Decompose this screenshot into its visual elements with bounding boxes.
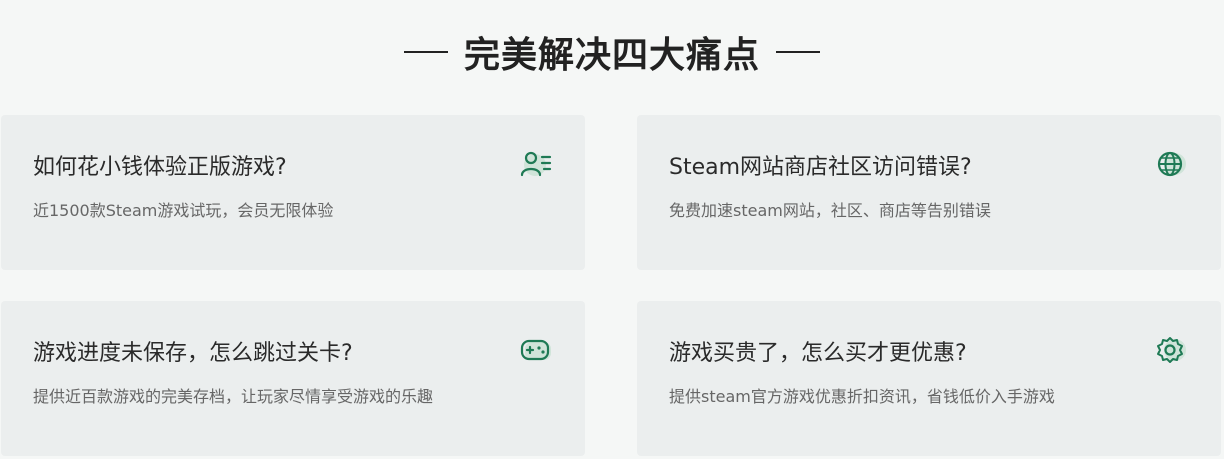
heading-left-rule (403, 51, 448, 53)
card-description: 近1500款Steam游戏试玩，会员无限体验 (33, 201, 334, 220)
gamepad-icon (519, 335, 553, 365)
section-heading: 完美解决四大痛点 (0, 24, 1224, 80)
card-title: 游戏进度未保存，怎么跳过关卡? (33, 341, 353, 366)
card-title: 如何花小钱体验正版游戏? (33, 155, 287, 180)
heading-right-rule (776, 51, 820, 53)
feature-card-trial-games[interactable]: 如何花小钱体验正版游戏? 近1500款Steam游戏试玩，会员无限体验 (1, 115, 585, 270)
card-description: 免费加速steam网站，社区、商店等告别错误 (669, 201, 991, 220)
card-title: 游戏买贵了，怎么买才更优惠? (669, 341, 967, 366)
gear-icon (1155, 335, 1189, 365)
feature-card-steam-access[interactable]: Steam网站商店社区访问错误? 免费加速steam网站，社区、商店等告别错误 (637, 115, 1221, 270)
globe-icon (1155, 149, 1189, 179)
feature-card-discounts[interactable]: 游戏买贵了，怎么买才更优惠? 提供steam官方游戏优惠折扣资讯，省钱低价入手游… (637, 301, 1221, 456)
section-title: 完美解决四大痛点 (463, 35, 760, 76)
card-description: 提供steam官方游戏优惠折扣资讯，省钱低价入手游戏 (669, 387, 1055, 406)
feature-card-save-files[interactable]: 游戏进度未保存，怎么跳过关卡? 提供近百款游戏的完美存档，让玩家尽情享受游戏的乐… (1, 301, 585, 456)
pain-points-section: 完美解决四大痛点 如何花小钱体验正版游戏? 近1500款Steam游戏试玩，会员… (0, 0, 1224, 459)
user-list-icon (519, 149, 553, 179)
card-description: 提供近百款游戏的完美存档，让玩家尽情享受游戏的乐趣 (33, 387, 434, 406)
card-title: Steam网站商店社区访问错误? (669, 155, 972, 180)
